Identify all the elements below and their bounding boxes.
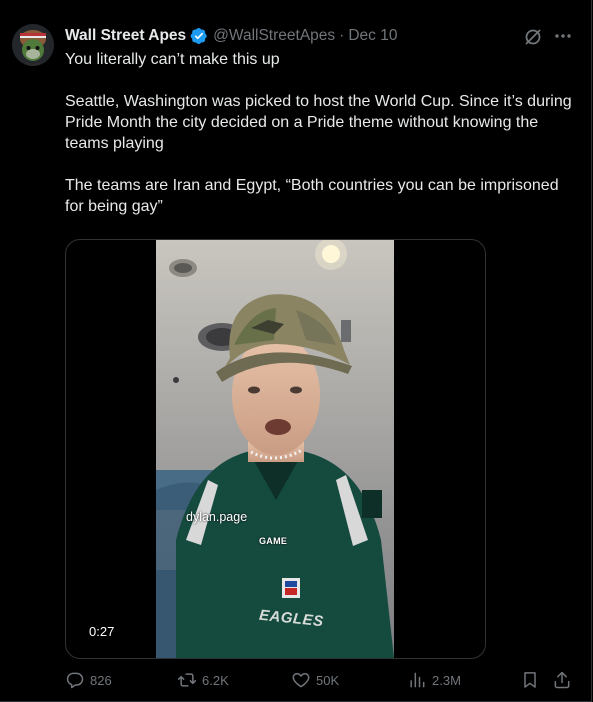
heart-icon [292,673,310,688]
tweet-header: Wall Street Apes @WallStreetApes · Dec 1… [65,25,573,47]
creator-username-overlay: dylan.page [186,510,248,524]
overlay-word: GAME [259,536,288,546]
tweet-text: You literally can’t make this up Seattle… [65,49,575,238]
reply-icon [66,672,84,689]
ape-avatar-icon [12,24,54,66]
reply-count: 826 [90,672,112,688]
share-button[interactable] [552,670,577,690]
repost-count: 6.2K [202,672,229,688]
author-name[interactable]: Wall Street Apes [65,27,186,45]
bookmark-button[interactable] [520,670,545,690]
video-thumbnail [156,240,394,658]
tweet-date[interactable]: Dec 10 [348,27,397,45]
video-frame[interactable]: dylan.page GAME EAGLES [156,240,394,658]
bookmark-icon [524,672,536,688]
reply-button[interactable]: 826 [65,670,112,690]
like-button[interactable]: 50K [291,670,339,690]
tweet-paragraph: You literally can’t make this up [65,51,280,68]
repost-button[interactable]: 6.2K [177,670,229,690]
grok-icon[interactable] [523,27,543,47]
views-chart-icon [410,672,425,688]
author-handle[interactable]: @WallStreetApes [213,27,335,45]
verified-badge-icon[interactable] [190,27,208,45]
action-bar: 826 6.2K 50K 2.3M [65,670,575,696]
video-player[interactable]: dylan.page GAME EAGLES 0:27 [65,239,486,659]
like-count: 50K [316,672,340,688]
tweet-paragraph: Seattle, Washington was picked to host t… [65,93,572,152]
separator-dot: · [339,27,345,44]
tweet-paragraph: The teams are Iran and Egypt, “Both coun… [65,177,559,215]
share-icon [554,671,570,689]
more-options-icon[interactable] [553,26,573,46]
avatar[interactable] [12,24,54,66]
views-count: 2.3M [432,672,461,688]
repost-icon [177,673,197,687]
views-button[interactable]: 2.3M [407,670,461,690]
video-duration: 0:27 [81,621,123,642]
